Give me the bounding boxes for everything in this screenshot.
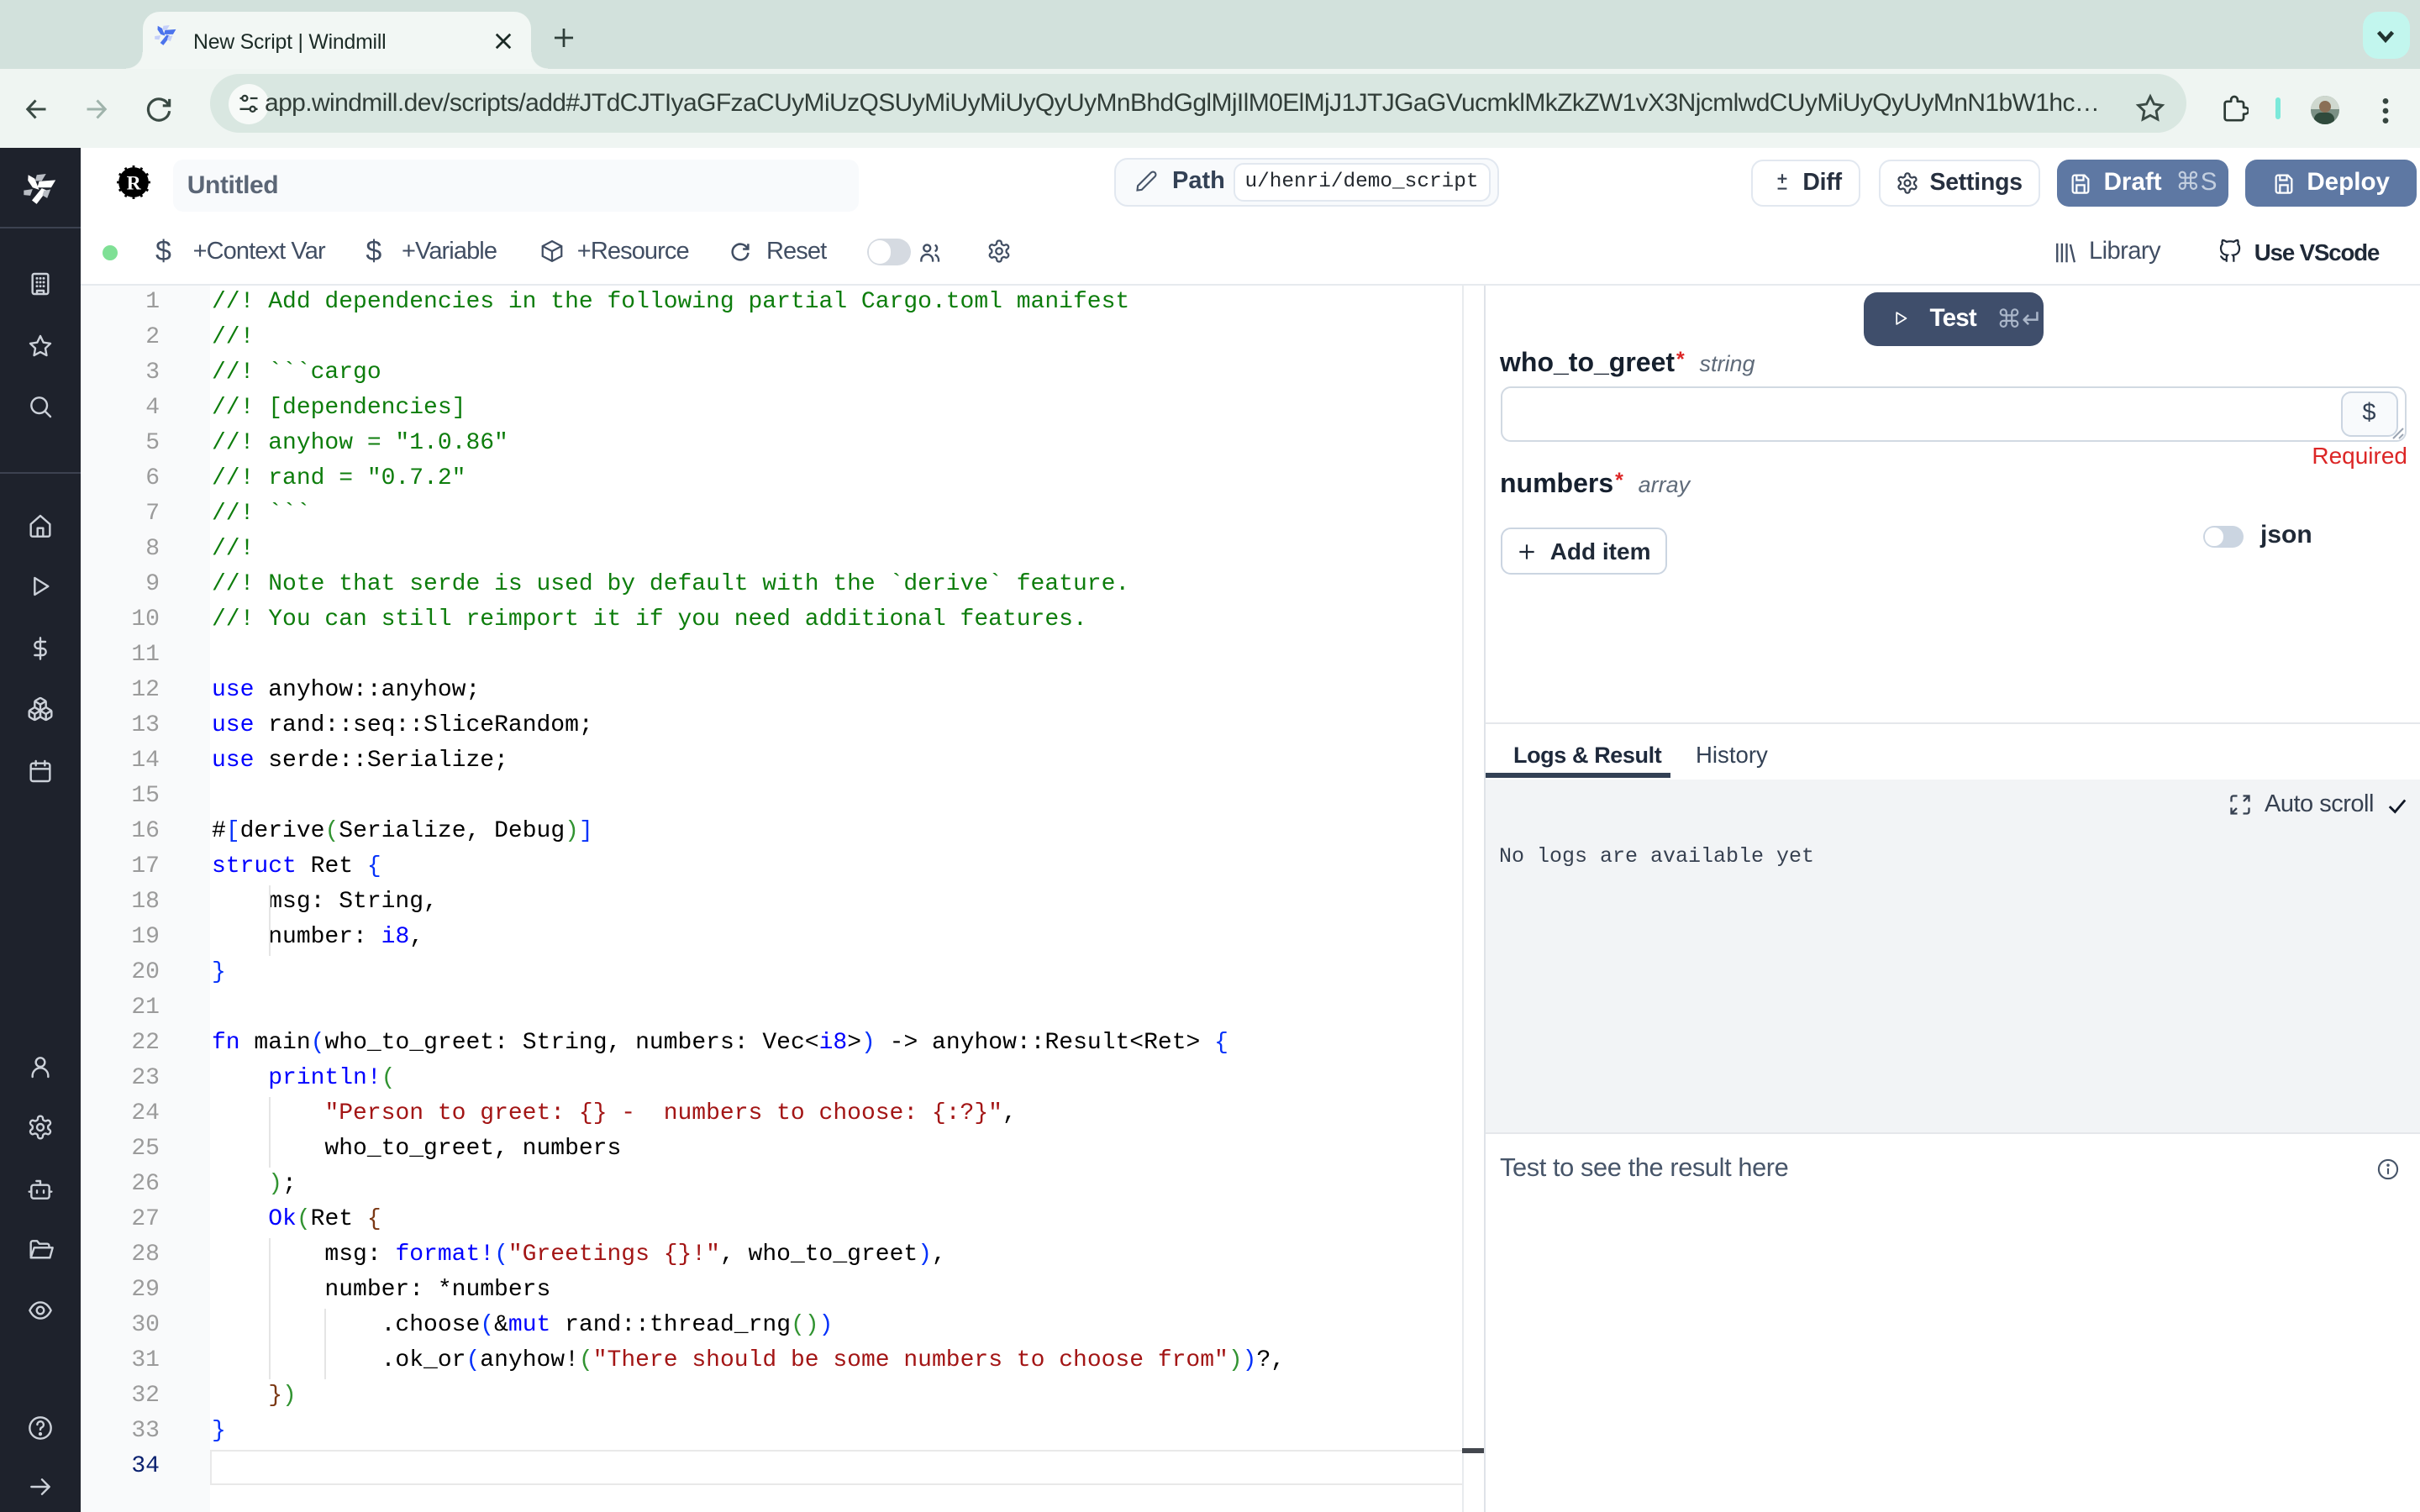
svg-text:R: R bbox=[126, 172, 141, 194]
